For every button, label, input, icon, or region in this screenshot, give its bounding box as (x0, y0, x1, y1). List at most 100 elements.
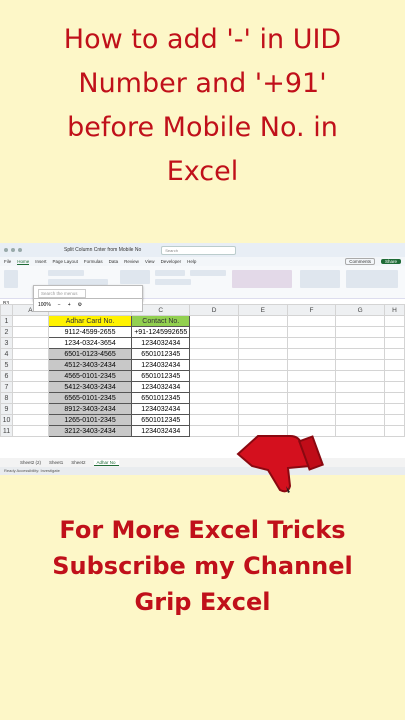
cell[interactable] (189, 337, 239, 349)
cell[interactable] (286, 381, 337, 393)
mini-search-input[interactable]: Search the menus (38, 288, 86, 298)
cell[interactable] (335, 326, 386, 338)
number-format-select[interactable] (190, 270, 226, 276)
header-cell-contact[interactable]: Contact No. (131, 315, 191, 327)
cell[interactable] (286, 326, 337, 338)
cell[interactable] (335, 392, 386, 404)
contact-cell[interactable]: 1234032434 (131, 381, 191, 393)
share-button[interactable]: Share (380, 259, 401, 264)
cell[interactable] (286, 370, 337, 382)
row-header[interactable]: 5 (0, 359, 13, 371)
cell[interactable] (11, 381, 49, 393)
adhar-cell[interactable]: 6501-0123-4565 (47, 348, 133, 360)
adhar-cell[interactable]: 1234-0324-3654 (47, 337, 133, 349)
cell[interactable] (286, 359, 337, 371)
cell[interactable] (286, 337, 337, 349)
cell[interactable] (11, 348, 49, 360)
tab-review[interactable]: Review (124, 259, 139, 264)
quick-access-toolbar[interactable] (0, 248, 44, 252)
cell[interactable] (237, 337, 288, 349)
cell[interactable] (384, 392, 405, 404)
contact-cell[interactable]: 1234032434 (131, 425, 191, 437)
tab-help[interactable]: Help (187, 259, 196, 264)
zoom-label[interactable]: 100% (38, 302, 51, 308)
adhar-cell[interactable]: 5412-3403-2434 (47, 381, 133, 393)
row-header[interactable]: 3 (0, 337, 13, 349)
cell[interactable] (11, 359, 49, 371)
cell[interactable] (189, 403, 239, 415)
settings-icon[interactable]: ⚙ (78, 302, 82, 308)
zoom-out-icon[interactable]: − (58, 302, 61, 308)
cell[interactable] (189, 392, 239, 404)
column-header[interactable]: F (286, 304, 337, 316)
sheet-tab[interactable]: Sheet2 (71, 460, 85, 465)
cell[interactable] (237, 315, 288, 327)
cell[interactable] (384, 337, 405, 349)
cell[interactable] (335, 381, 386, 393)
row-header[interactable]: 1 (0, 315, 13, 327)
cell[interactable] (11, 326, 49, 338)
tab-data[interactable]: Data (109, 259, 119, 264)
tab-page-layout[interactable]: Page Layout (53, 259, 78, 264)
adhar-cell[interactable]: 1265-0101-2345 (47, 414, 133, 426)
cell[interactable] (189, 381, 239, 393)
contact-cell[interactable]: 6501012345 (131, 348, 191, 360)
cell[interactable] (335, 337, 386, 349)
row-header[interactable]: 9 (0, 403, 13, 415)
header-cell-adhar[interactable]: Adhar Card No. (47, 315, 133, 327)
cell[interactable] (384, 348, 405, 360)
merge-center-button[interactable] (155, 279, 191, 285)
alignment-group[interactable] (120, 270, 150, 284)
cell[interactable] (335, 414, 386, 426)
cell[interactable] (189, 370, 239, 382)
cell[interactable] (384, 326, 405, 338)
tab-insert[interactable]: Insert (35, 259, 46, 264)
cell[interactable] (384, 403, 405, 415)
row-header[interactable]: 6 (0, 370, 13, 382)
cell[interactable] (335, 425, 386, 437)
cell[interactable] (11, 392, 49, 404)
column-header[interactable]: G (335, 304, 386, 316)
cell[interactable] (237, 403, 288, 415)
contact-cell[interactable]: +91-1245992655 (131, 326, 191, 338)
cell[interactable] (384, 370, 405, 382)
adhar-cell[interactable]: 9112-4599-2655 (47, 326, 133, 338)
styles-group[interactable] (232, 270, 292, 288)
contact-cell[interactable]: 6501012345 (131, 392, 191, 404)
cell[interactable] (189, 326, 239, 338)
cell[interactable] (237, 359, 288, 371)
sheet-tab[interactable]: Sheet2 (2) (20, 460, 41, 465)
cell[interactable] (384, 315, 405, 327)
cell[interactable] (11, 337, 49, 349)
cell[interactable] (335, 370, 386, 382)
cell[interactable] (384, 359, 405, 371)
contact-cell[interactable]: 1234032434 (131, 403, 191, 415)
cell[interactable] (11, 414, 49, 426)
cell[interactable] (237, 348, 288, 360)
select-all-corner[interactable] (0, 304, 13, 316)
cell[interactable] (335, 403, 386, 415)
cell[interactable] (189, 348, 239, 360)
contact-cell[interactable]: 6501012345 (131, 414, 191, 426)
row-header[interactable]: 7 (0, 381, 13, 393)
cell[interactable] (384, 381, 405, 393)
wrap-text-button[interactable] (155, 270, 185, 276)
cell[interactable] (384, 414, 405, 426)
search-box[interactable]: Search (161, 245, 237, 255)
cell[interactable] (237, 381, 288, 393)
tab-developer[interactable]: Developer (161, 259, 182, 264)
cell[interactable] (11, 370, 49, 382)
cell[interactable] (286, 392, 337, 404)
adhar-cell[interactable]: 6565-0101-2345 (47, 392, 133, 404)
adhar-cell[interactable]: 8912-3403-2434 (47, 403, 133, 415)
cell[interactable] (237, 392, 288, 404)
contact-cell[interactable]: 1234032434 (131, 337, 191, 349)
zoom-in-icon[interactable]: + (68, 302, 71, 308)
adhar-cell[interactable]: 3212-3403-2434 (47, 425, 133, 437)
adhar-cell[interactable]: 4512-3403-2434 (47, 359, 133, 371)
cell[interactable] (189, 359, 239, 371)
column-header[interactable]: D (189, 304, 239, 316)
tab-formulas[interactable]: Formulas (84, 259, 103, 264)
row-header[interactable]: 11 (0, 425, 13, 437)
cells-group[interactable] (300, 270, 340, 288)
